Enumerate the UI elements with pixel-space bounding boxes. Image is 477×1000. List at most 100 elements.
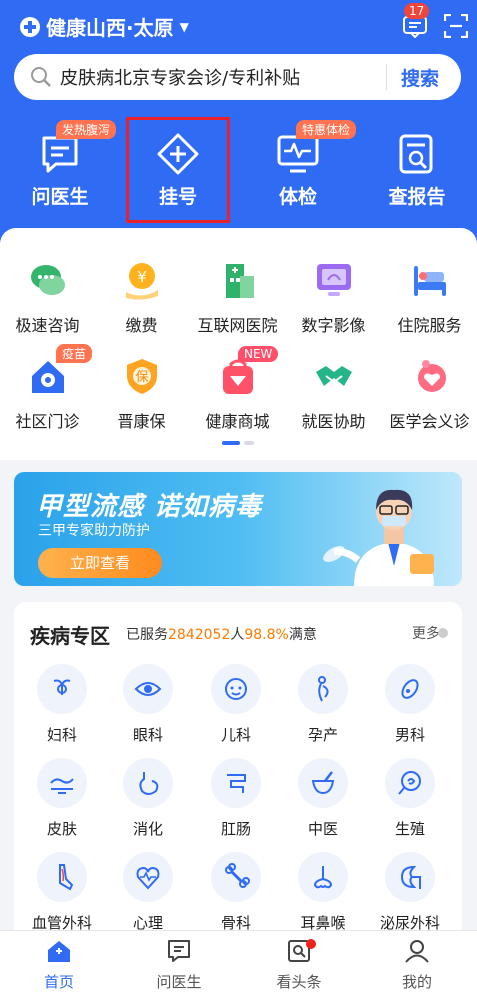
department-label: 肛肠: [220, 820, 251, 838]
caret-down-icon: ▼: [179, 19, 189, 34]
quick-report[interactable]: 查报告: [357, 118, 477, 218]
service-fast-consult[interactable]: 极速咨询: [0, 260, 95, 336]
stomach-icon: [139, 772, 159, 795]
quick-label: 问医生: [31, 186, 89, 208]
department-item[interactable]: 耳鼻喉: [283, 852, 363, 933]
doctor-illustration-icon: [323, 489, 434, 586]
department-icon-circle: [298, 664, 348, 714]
profile-icon: [405, 940, 429, 963]
department-icon-circle: [211, 852, 261, 902]
service-community-clinic[interactable]: 社区门诊: [0, 356, 95, 432]
department-item[interactable]: 血管外科: [22, 852, 102, 933]
service-label: 社区门诊: [15, 412, 80, 431]
service-medical-assist[interactable]: 就医协助: [286, 356, 381, 432]
department-label: 妇科: [46, 726, 77, 744]
department-item[interactable]: 骨科: [196, 852, 276, 933]
embryo-icon: [398, 771, 421, 795]
service-label: 住院服务: [397, 316, 462, 335]
department-label: 孕产: [307, 726, 338, 744]
department-icon-circle: [123, 758, 173, 808]
eye-icon: [134, 682, 162, 696]
chat-bubbles-icon: [30, 265, 65, 295]
search-button[interactable]: 搜索: [401, 64, 439, 91]
service-label: 缴费: [125, 316, 158, 335]
tab-ask-doctor[interactable]: 问医生: [134, 939, 224, 992]
service-label: 健康商城: [205, 412, 270, 431]
leg-vessel-icon: [59, 864, 74, 891]
svg-text:¥: ¥: [137, 268, 147, 286]
department-label: 生殖: [394, 820, 425, 838]
svg-text:保: 保: [135, 370, 148, 385]
department-item[interactable]: 皮肤: [22, 758, 102, 839]
department-icon-circle: [385, 758, 435, 808]
department-item[interactable]: 泌尿外科: [370, 852, 450, 933]
quick-tag: 特惠体检: [296, 120, 357, 139]
department-icon-circle: [37, 664, 87, 714]
tab-home[interactable]: 首页: [14, 939, 104, 992]
department-label: 男科: [394, 726, 425, 744]
department-icon-circle: [123, 852, 173, 902]
department-item[interactable]: 肛肠: [196, 758, 276, 839]
department-icon-circle: [37, 758, 87, 808]
service-tag: NEW: [238, 346, 279, 362]
department-icon-circle: [211, 664, 261, 714]
department-item[interactable]: 儿科: [196, 664, 276, 745]
service-health-mall[interactable]: 健康商城: [190, 356, 285, 432]
tab-profile[interactable]: 我的: [372, 939, 462, 992]
department-item[interactable]: 眼科: [108, 664, 188, 745]
department-item[interactable]: 妇科: [22, 664, 102, 745]
location-selector[interactable]: 健康山西·太原 ▼: [20, 12, 189, 41]
quick-tag: 发热腹泻: [56, 120, 117, 139]
department-item[interactable]: 中医: [283, 758, 363, 839]
intestine-icon: [227, 774, 246, 793]
header-bar: 健康山西·太原 ▼ 17: [0, 0, 477, 50]
department-icon-circle: [211, 758, 261, 808]
search-input[interactable]: 皮肤病北京专家会诊/专利补贴: [60, 64, 386, 90]
department-icon-circle: [298, 758, 348, 808]
mortar-icon: [311, 771, 335, 795]
heart-pulse-icon: [136, 866, 160, 890]
report-search-icon: [399, 134, 433, 174]
tab-headlines[interactable]: 看头条: [254, 939, 344, 992]
service-inpatient[interactable]: 住院服务: [382, 260, 477, 336]
skin-icon: [50, 778, 74, 794]
tab-label: 看头条: [276, 973, 322, 991]
search-icon: [31, 67, 51, 87]
quick-label: 体检: [278, 186, 317, 208]
service-medical-society-clinic[interactable]: 医学会义诊: [382, 356, 477, 432]
monitor-image-icon: [316, 264, 351, 296]
baby-face-icon: [225, 678, 247, 700]
department-icon-circle: [123, 664, 173, 714]
department-item[interactable]: 生殖: [370, 758, 450, 839]
heart-hand-icon: [417, 360, 446, 392]
handshake-icon: [315, 366, 352, 386]
tab-label: 首页: [43, 973, 74, 991]
department-item[interactable]: 心理: [108, 852, 188, 933]
department-icon-circle: [385, 664, 435, 714]
chevron-right-icon: [438, 628, 448, 638]
service-digital-imaging[interactable]: 数字影像: [286, 260, 381, 336]
section-title: 疾病专区: [30, 624, 110, 648]
service-jinkangbao[interactable]: 保 晋康保: [94, 356, 189, 432]
hospital-building-icon: [225, 264, 254, 298]
service-payment[interactable]: ¥ 缴费: [94, 260, 189, 336]
service-stats: 已服务2842052人98.8%满意: [126, 624, 317, 644]
search-bar[interactable]: 皮肤病北京专家会诊/专利补贴 搜索: [14, 54, 461, 100]
more-link[interactable]: 更多: [412, 623, 440, 643]
service-tag: 疫苗: [56, 344, 93, 363]
department-item[interactable]: 男科: [370, 664, 450, 745]
department-item[interactable]: 孕产: [283, 664, 363, 745]
service-internet-hospital[interactable]: 互联网医院: [190, 260, 285, 336]
department-label: 儿科: [220, 726, 251, 744]
pregnant-icon: [318, 676, 329, 702]
tab-label: 我的: [401, 973, 432, 991]
satisfaction-rate: 98.8%: [244, 627, 289, 643]
banner-cta-button[interactable]: 立即查看: [38, 548, 162, 578]
shield-bao-icon: 保: [126, 359, 157, 394]
scan-icon[interactable]: [444, 14, 468, 38]
promo-banner[interactable]: 甲型流感 诺如病毒 三甲专家助力防护 立即查看: [14, 472, 462, 586]
home-icon: [48, 941, 70, 962]
department-item[interactable]: 消化: [108, 758, 188, 839]
served-count: 2842052: [168, 627, 231, 643]
shop-bag-icon: [222, 359, 253, 394]
